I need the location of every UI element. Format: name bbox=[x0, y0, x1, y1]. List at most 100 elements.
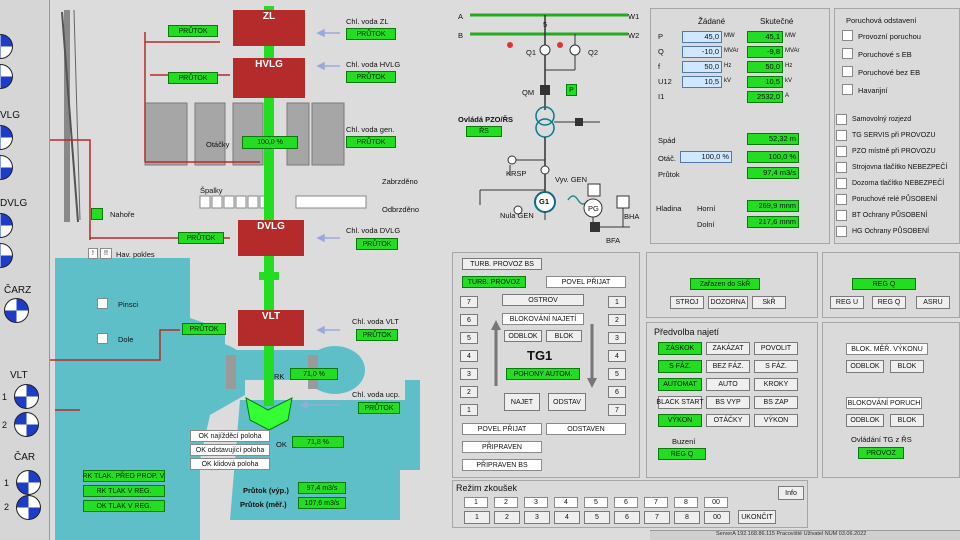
blok-mer-label: BLOK. MĚŘ. VÝKONU bbox=[846, 343, 928, 355]
rezim-btn-1[interactable]: 2 bbox=[494, 511, 520, 524]
hav-pokles-label: Hav. pokles bbox=[116, 250, 155, 259]
predvolba-3-2[interactable]: BS ZAP bbox=[754, 396, 798, 409]
bus-w1-label: W1 bbox=[628, 12, 640, 21]
shutdown-panel bbox=[834, 8, 960, 244]
predvolba-3-0[interactable]: BLACK START bbox=[656, 396, 704, 409]
shut-check-3[interactable] bbox=[842, 84, 853, 95]
najet-button[interactable]: NAJET bbox=[504, 393, 540, 411]
meas-set-0[interactable]: 45,0 bbox=[682, 31, 722, 43]
regq-button[interactable]: REG Q bbox=[872, 296, 906, 309]
tg-left-num-2[interactable]: 5 bbox=[460, 332, 478, 344]
predvolba-4-2[interactable]: VÝKON bbox=[754, 414, 798, 427]
tg-left-num-5[interactable]: 2 bbox=[460, 386, 478, 398]
indicator-carz-1 bbox=[4, 298, 29, 323]
predvolba-2-1[interactable]: AUTO bbox=[706, 378, 750, 391]
blok-poruch-odblok[interactable]: ODBLOK bbox=[846, 414, 884, 427]
otac-setpoint[interactable]: 100,0 % bbox=[680, 151, 732, 163]
zadane-header: Žádané bbox=[698, 17, 726, 26]
turb-provoz-button[interactable]: TURB. PROVOZ bbox=[462, 276, 526, 288]
prutok-zl: PRŮTOK bbox=[168, 25, 218, 37]
meas-act-unit-1: MVAr bbox=[785, 48, 800, 54]
rezim-btn-6[interactable]: 7 bbox=[644, 511, 670, 524]
blok-poruch-blok[interactable]: BLOK bbox=[890, 414, 924, 427]
tg-left-num-0[interactable]: 7 bbox=[460, 296, 478, 308]
rezim-btn-8[interactable]: 00 bbox=[704, 511, 730, 524]
meas-set-3[interactable]: 10,5 bbox=[682, 76, 722, 88]
prutok-dvlg: PRŮTOK bbox=[178, 232, 224, 244]
prutok-vyp-value: 97,4 m3/s bbox=[298, 482, 346, 494]
shut2-check-7[interactable] bbox=[836, 226, 847, 237]
skr-button[interactable]: SkŘ bbox=[752, 296, 786, 309]
regu-button[interactable]: REG U bbox=[830, 296, 864, 309]
tg-right-num-3[interactable]: 4 bbox=[608, 350, 626, 362]
ostrov-button[interactable]: OSTROV bbox=[502, 294, 584, 306]
tg-left-num-3[interactable]: 4 bbox=[460, 350, 478, 362]
shut-check-2[interactable] bbox=[842, 66, 853, 77]
dole-box bbox=[97, 333, 108, 344]
chl-hvlg-prutok: PRŮTOK bbox=[346, 71, 396, 83]
odstav-button[interactable]: ODSTAV bbox=[548, 393, 586, 411]
tg-right-num-1[interactable]: 2 bbox=[608, 314, 626, 326]
shut2-check-2[interactable] bbox=[836, 146, 847, 157]
dole-label: Dole bbox=[118, 335, 134, 344]
predvolba-0-1[interactable]: ZAKÁZAT bbox=[706, 342, 750, 355]
info-button[interactable]: Info bbox=[778, 486, 804, 500]
asru-button[interactable]: ASRU bbox=[916, 296, 950, 309]
tg-right-num-4[interactable]: 5 bbox=[608, 368, 626, 380]
rezim-btn-5[interactable]: 6 bbox=[614, 511, 640, 524]
rezim-btn-3[interactable]: 4 bbox=[554, 511, 580, 524]
prutok-mer-label: Průtok (měř.) bbox=[240, 500, 287, 509]
rezim-top-8: 00 bbox=[704, 497, 728, 508]
shut-check-1[interactable] bbox=[842, 48, 853, 59]
shut2-check-3[interactable] bbox=[836, 162, 847, 173]
predvolba-2-2[interactable]: KROKY bbox=[754, 378, 798, 391]
tg-right-num-6[interactable]: 7 bbox=[608, 404, 626, 416]
predvolba-2-0[interactable]: AUTOMAT bbox=[658, 378, 702, 391]
tg-right-num-5[interactable]: 6 bbox=[608, 386, 626, 398]
predvolba-0-0[interactable]: ZÁSKOK bbox=[658, 342, 702, 355]
blok-mer-blok[interactable]: BLOK bbox=[890, 360, 924, 373]
chl-gen-label: Chl. voda gen. bbox=[346, 125, 395, 134]
dolni-value: 217,6 mnm bbox=[747, 216, 799, 228]
shut2-label-3: Strojovna tlačítko NEBEZPEČÍ bbox=[852, 164, 948, 171]
electric-scheme bbox=[470, 13, 630, 232]
shut-check-0[interactable] bbox=[842, 30, 853, 41]
shut2-check-5[interactable] bbox=[836, 194, 847, 205]
turb-bs-button[interactable]: TURB. PROVOZ BS bbox=[462, 258, 542, 270]
meas-set-2[interactable]: 50,0 bbox=[682, 61, 722, 73]
tg-left-num-4[interactable]: 3 bbox=[460, 368, 478, 380]
predvolba-1-0[interactable]: S FÁZ. bbox=[658, 360, 702, 373]
stroj-button[interactable]: STROJ bbox=[670, 296, 704, 309]
rezim-btn-2[interactable]: 3 bbox=[524, 511, 550, 524]
rezim-btn-0[interactable]: 1 bbox=[464, 511, 490, 524]
ukoncit-button[interactable]: UKONČIT bbox=[738, 510, 776, 524]
shut-label-0: Provozní poruchou bbox=[858, 32, 921, 41]
tg-left-num-1[interactable]: 6 bbox=[460, 314, 478, 326]
predvolba-4-1[interactable]: OTÁČKY bbox=[706, 414, 750, 427]
predvolba-1-1[interactable]: BEZ FÁZ. bbox=[706, 360, 750, 373]
shut2-check-6[interactable] bbox=[836, 210, 847, 221]
predvolba-1-2[interactable]: S FÁZ. bbox=[754, 360, 798, 373]
pg-label: PG bbox=[588, 204, 599, 213]
rezim-top-2: 3 bbox=[524, 497, 548, 508]
predvolba-3-1[interactable]: BS VYP bbox=[706, 396, 750, 409]
shut2-check-4[interactable] bbox=[836, 178, 847, 189]
meas-set-1[interactable]: -10,0 bbox=[682, 46, 722, 58]
shut2-check-1[interactable] bbox=[836, 130, 847, 141]
zabrzdeno-label: Zabrzděno bbox=[382, 177, 418, 186]
rezim-top-5: 6 bbox=[614, 497, 638, 508]
dvlg-block: DVLG bbox=[238, 220, 304, 256]
prutok-vyp-label: Průtok (výp.) bbox=[243, 486, 289, 495]
blok-mer-odblok[interactable]: ODBLOK bbox=[846, 360, 884, 373]
tg-left-num-6[interactable]: 1 bbox=[460, 404, 478, 416]
tg-right-num-0[interactable]: 1 bbox=[608, 296, 626, 308]
predvolba-0-2[interactable]: POVOLIT bbox=[754, 342, 798, 355]
dozorna-button[interactable]: DOZORNA bbox=[708, 296, 748, 309]
ok-pos-3: OK klidová poloha bbox=[190, 458, 270, 470]
rezim-btn-4[interactable]: 5 bbox=[584, 511, 610, 524]
predvolba-4-0[interactable]: VÝKON bbox=[658, 414, 702, 427]
rezim-btn-7[interactable]: 8 bbox=[674, 511, 700, 524]
meas-set-unit-2: Hz bbox=[724, 63, 732, 69]
tg-right-num-2[interactable]: 3 bbox=[608, 332, 626, 344]
shut2-check-0[interactable] bbox=[836, 114, 847, 125]
